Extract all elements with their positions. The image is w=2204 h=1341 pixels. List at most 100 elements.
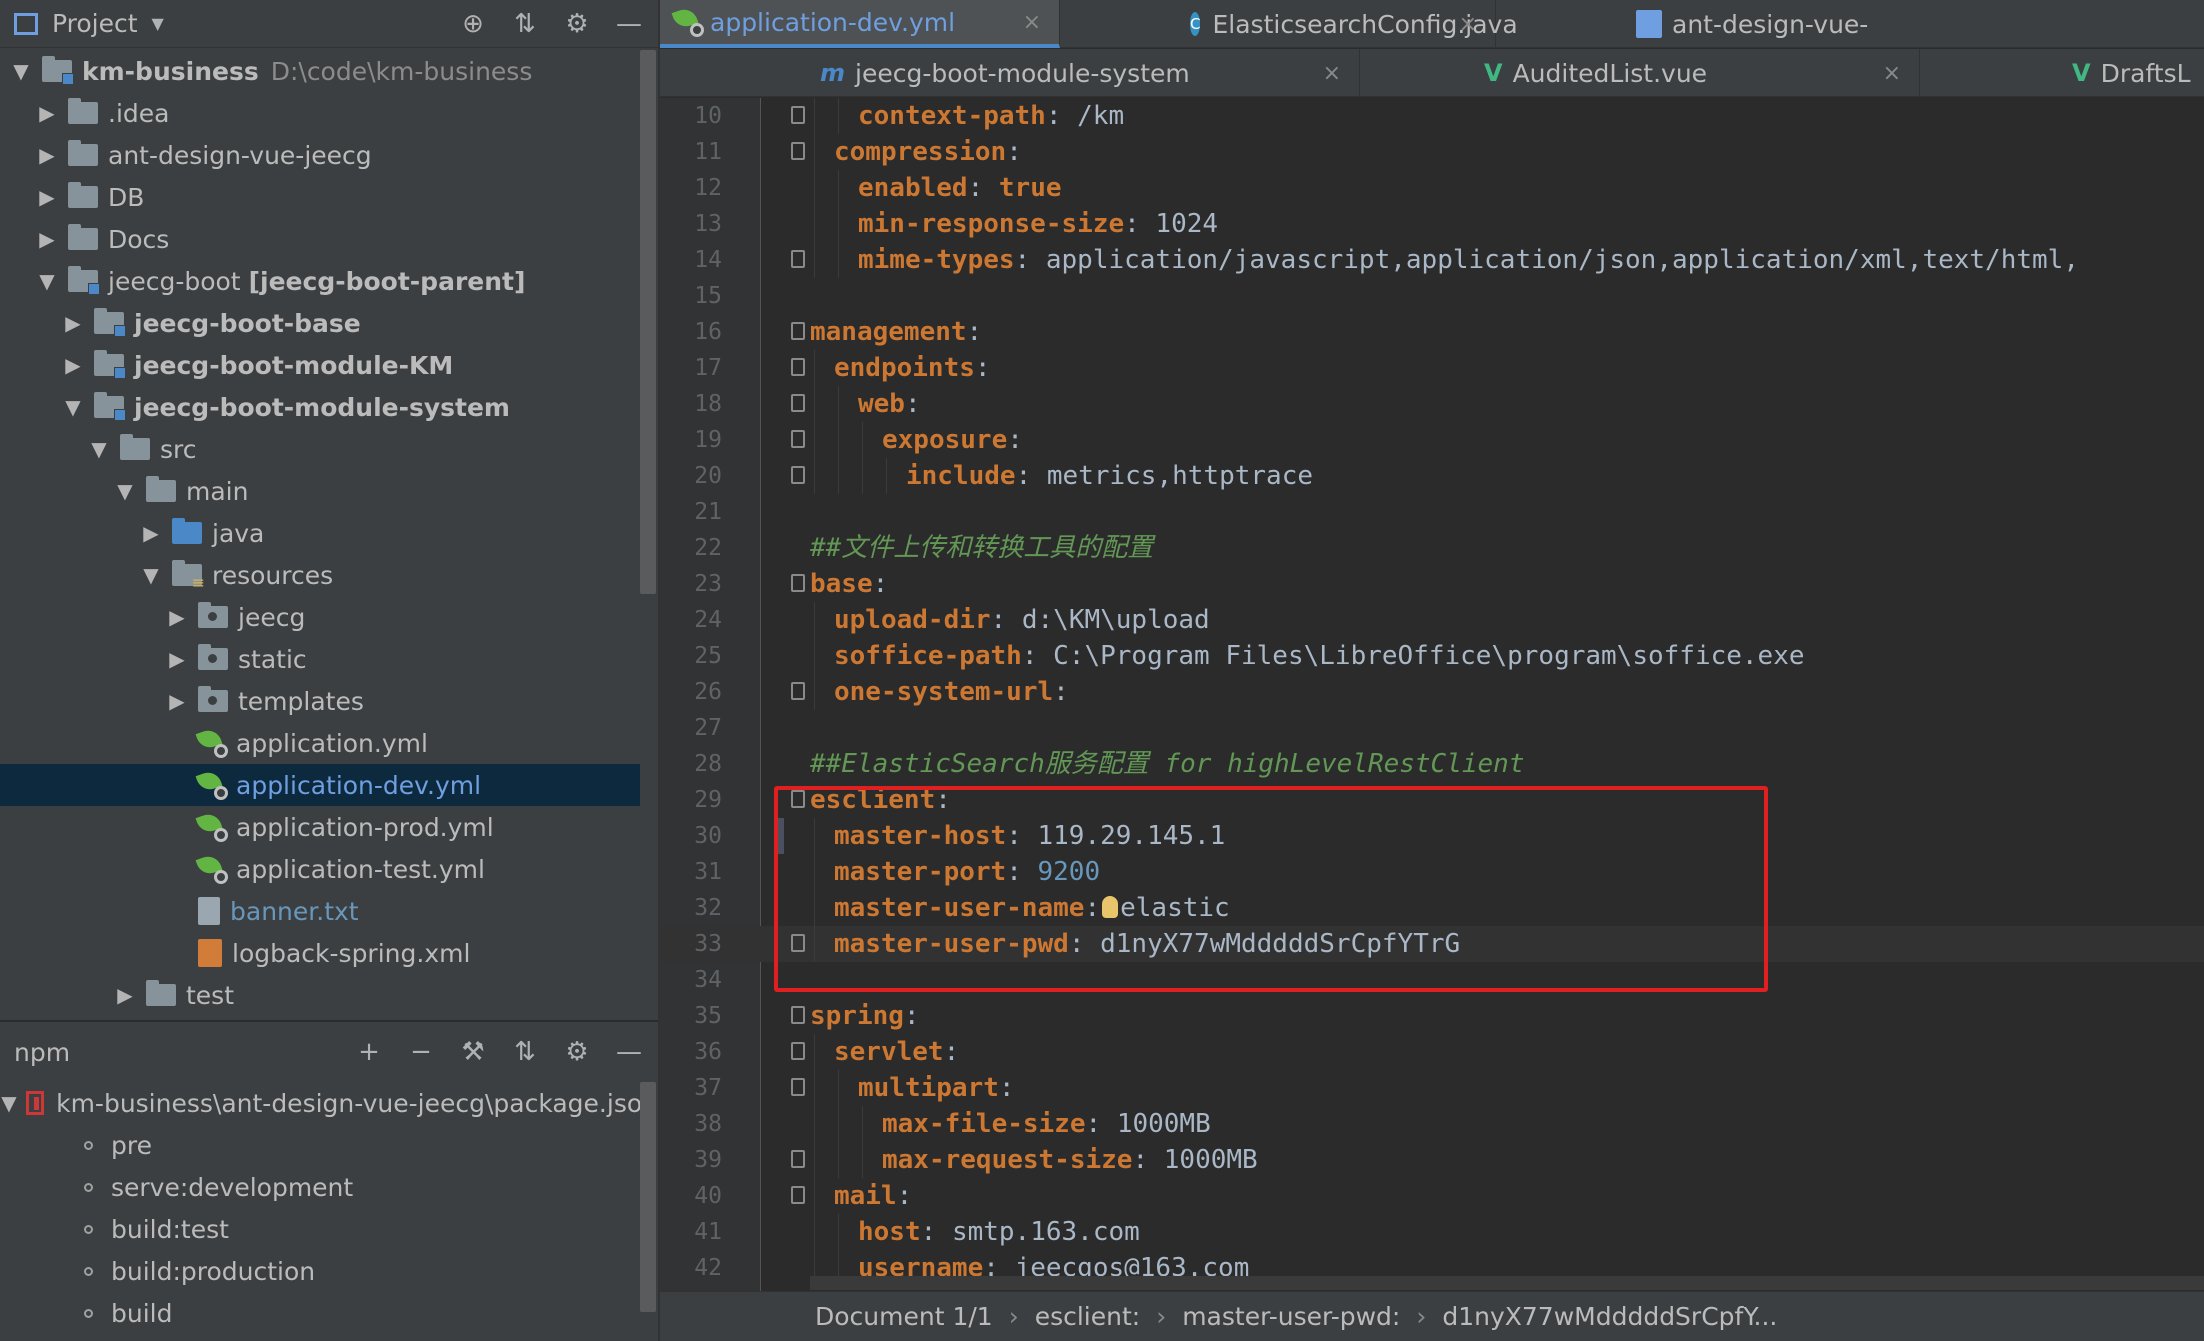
code-line[interactable]: 34 [660, 962, 2204, 998]
tree-item[interactable]: ▶application-dev.yml [0, 764, 640, 806]
tree-item[interactable]: ▶ DB [0, 176, 640, 218]
code-line[interactable]: 12 enabled: true [660, 170, 2204, 206]
tab-elasticsearchconfig-java[interactable]: C ElasticsearchConfig.java × [1060, 0, 1518, 48]
fold-marker-icon[interactable] [791, 322, 805, 340]
code-editor[interactable]: 10 context-path: /km 11 compression: 12 enab… [660, 98, 2204, 1291]
tree-item[interactable]: ▶ static [0, 638, 640, 680]
code-line[interactable]: 16 management: [660, 314, 2204, 350]
collapse-all-icon[interactable]: ⇅ [510, 9, 540, 39]
code-line[interactable]: 39 max-request-size: 1000MB [660, 1142, 2204, 1178]
chevron-right-icon[interactable]: ▶ [34, 185, 60, 209]
close-icon[interactable]: × [1323, 61, 1341, 86]
tree-item[interactable]: ▶application-test.yml [0, 848, 640, 890]
chevron-right-icon[interactable]: ▶ [164, 647, 190, 671]
code-line[interactable]: 29 esclient: [660, 782, 2204, 818]
chevron-right-icon[interactable]: ▶ [164, 605, 190, 629]
fold-marker-icon[interactable] [791, 142, 805, 160]
project-view-icon[interactable] [14, 12, 38, 35]
code-line[interactable]: 35 spring: [660, 998, 2204, 1034]
chevron-down-icon[interactable]: ▼ [34, 269, 60, 293]
chevron-down-icon[interactable]: ▼ [152, 14, 164, 33]
chevron-down-icon[interactable]: ▼ [138, 563, 164, 587]
tab-application-dev-yml[interactable]: application-dev.yml × [660, 0, 1060, 48]
chevron-right-icon[interactable]: ▶ [34, 143, 60, 167]
npm-scrollbar[interactable] [640, 1082, 656, 1312]
code-line[interactable]: 36 servlet: [660, 1034, 2204, 1070]
npm-script-item[interactable]: pre [0, 1124, 658, 1166]
tree-item[interactable]: ▶ templates [0, 680, 640, 722]
tree-item[interactable]: ▶application.yml [0, 722, 640, 764]
close-icon[interactable]: × [1459, 12, 1477, 37]
code-line[interactable]: 41 host: smtp.163.com [660, 1214, 2204, 1250]
tab-draftslist-vue[interactable]: V DraftsL [1920, 49, 2204, 97]
npm-script-item[interactable]: build:test [0, 1208, 658, 1250]
tab-jeecg-boot-module-system[interactable]: m jeecg-boot-module-system × [660, 49, 1360, 97]
fold-marker-icon[interactable] [791, 574, 805, 592]
fold-marker-icon[interactable] [791, 466, 805, 484]
tree-item[interactable]: ▶ jeecg-boot-module-KM [0, 344, 640, 386]
chevron-down-icon[interactable]: ▼ [0, 1091, 18, 1115]
tree-item[interactable]: ▶ ant-design-vue-jeecg [0, 134, 640, 176]
code-line[interactable]: 19 exposure: [660, 422, 2204, 458]
code-line[interactable]: 22 ##文件上传和转换工具的配置 [660, 530, 2204, 566]
npm-script-item[interactable]: build [0, 1292, 658, 1334]
code-line[interactable]: 10 context-path: /km [660, 98, 2204, 134]
chevron-down-icon[interactable]: ▼ [8, 59, 34, 83]
minimize-icon[interactable]: — [614, 1037, 644, 1067]
code-line[interactable]: 26 one-system-url: [660, 674, 2204, 710]
project-panel-title[interactable]: Project [52, 9, 138, 38]
fold-marker-icon[interactable] [791, 1006, 805, 1024]
code-line[interactable]: 28 ##ElasticSearch服务配置 for highLevelRestC… [660, 746, 2204, 782]
code-line[interactable]: 32 master-user-name: elastic [660, 890, 2204, 926]
breadcrumb-item[interactable]: Document 1/1 [815, 1302, 993, 1331]
add-icon[interactable]: + [354, 1037, 384, 1067]
code-line[interactable]: 31 master-port: 9200 [660, 854, 2204, 890]
code-line[interactable]: 25 soffice-path: C:\Program Files\LibreOf… [660, 638, 2204, 674]
fold-marker-icon[interactable] [791, 106, 805, 124]
code-line[interactable]: 21 [660, 494, 2204, 530]
chevron-down-icon[interactable]: ▼ [112, 479, 138, 503]
chevron-right-icon[interactable]: ▶ [34, 101, 60, 125]
tree-item[interactable]: ▼ km-business D:\code\km-business [0, 50, 640, 92]
npm-script-item[interactable]: serve:development [0, 1166, 658, 1208]
fold-marker-icon[interactable] [791, 934, 805, 952]
code-line[interactable]: 20 include: metrics,httptrace [660, 458, 2204, 494]
tree-item[interactable]: ▶banner.txt [0, 890, 640, 932]
tree-item[interactable]: ▶ jeecg-boot-base [0, 302, 640, 344]
code-line[interactable]: 17 endpoints: [660, 350, 2204, 386]
horizontal-scrollbar[interactable] [810, 1276, 2204, 1290]
tree-item[interactable]: ▶ test [0, 974, 640, 1016]
chevron-right-icon[interactable]: ▶ [60, 311, 86, 335]
tree-item[interactable]: ▶ Docs [0, 218, 640, 260]
tree-item[interactable]: ▶ .idea [0, 92, 640, 134]
tree-item[interactable]: ▶ jeecg [0, 596, 640, 638]
tree-item[interactable]: ▶ java [0, 512, 640, 554]
fold-marker-icon[interactable] [791, 394, 805, 412]
fold-marker-icon[interactable] [791, 1078, 805, 1096]
locate-icon[interactable]: ⊕ [458, 9, 488, 39]
chevron-right-icon[interactable]: ▶ [112, 983, 138, 1007]
tab-ant-design-vue-readme[interactable]: ant-design-vue- [1496, 0, 2204, 48]
code-line[interactable]: 40 mail: [660, 1178, 2204, 1214]
project-tree-scrollbar[interactable] [640, 50, 656, 594]
fold-marker-icon[interactable] [791, 682, 805, 700]
code-line[interactable]: 30 master-host: 119.29.145.1 [660, 818, 2204, 854]
breadcrumb-item[interactable]: d1nyX77wMdddddSrCpfY... [1442, 1302, 1777, 1331]
fold-marker-icon[interactable] [791, 1042, 805, 1060]
fold-marker-icon[interactable] [791, 1186, 805, 1204]
code-line[interactable]: 23 base: [660, 566, 2204, 602]
tree-item[interactable]: ▶logback-spring.xml [0, 932, 640, 974]
fold-marker-icon[interactable] [791, 250, 805, 268]
close-icon[interactable]: × [1883, 61, 1901, 86]
chevron-down-icon[interactable]: ▼ [60, 395, 86, 419]
tree-item[interactable]: ▼ src [0, 428, 640, 470]
wrench-icon[interactable]: ⚒ [458, 1037, 488, 1067]
code-line[interactable]: 15 [660, 278, 2204, 314]
fold-marker-icon[interactable] [791, 1150, 805, 1168]
tab-auditedlist-vue[interactable]: V AuditedList.vue × [1360, 49, 1920, 97]
minimize-icon[interactable]: — [614, 9, 644, 39]
chevron-right-icon[interactable]: ▶ [138, 521, 164, 545]
code-line[interactable]: 24 upload-dir: d:\KM\upload [660, 602, 2204, 638]
tree-item[interactable]: ▼ jeecg-boot-module-system [0, 386, 640, 428]
code-line[interactable]: 37 multipart: [660, 1070, 2204, 1106]
